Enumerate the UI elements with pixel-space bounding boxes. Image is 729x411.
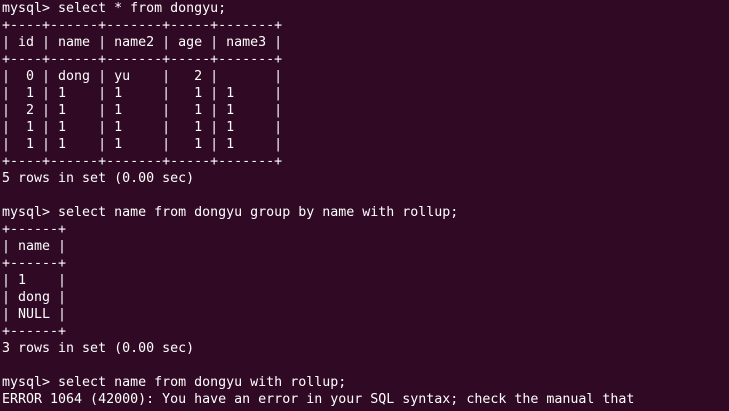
table-row: | dong | (2, 290, 67, 305)
terminal-window[interactable]: mysql> select * from dongyu; +----+------… (0, 0, 729, 411)
terminal-output: mysql> select * from dongyu; +----+------… (2, 0, 729, 408)
table-row: | 1 | (2, 273, 67, 288)
table-row: | 2 | 1 | 1 | 1 | 1 | (2, 103, 283, 118)
table-border: +------+ (2, 324, 67, 339)
table-row: | 0 | dong | yu | 2 | | (2, 69, 283, 84)
table-border: +----+------+-------+-----+-------+ (2, 154, 283, 169)
command-line: mysql> select name from dongyu group by … (2, 205, 459, 220)
table-border: +------+ (2, 256, 67, 271)
table-border: +------+ (2, 222, 67, 237)
table-border: +----+------+-------+-----+-------+ (2, 52, 283, 67)
table-row: | 1 | 1 | 1 | 1 | 1 | (2, 137, 283, 152)
command-line: mysql> select name from dongyu with roll… (2, 375, 347, 390)
result-status: 3 rows in set (0.00 sec) (2, 341, 195, 356)
table-header-row: | id | name | name2 | age | name3 | (2, 35, 283, 50)
table-border: +----+------+-------+-----+-------+ (2, 18, 283, 33)
error-message: ERROR 1064 (42000): You have an error in… (2, 392, 635, 407)
result-status: 5 rows in set (0.00 sec) (2, 171, 195, 186)
table-row: | 1 | 1 | 1 | 1 | 1 | (2, 120, 283, 135)
command-line: mysql> select * from dongyu; (2, 1, 227, 16)
table-row: | NULL | (2, 307, 67, 322)
table-row: | 1 | 1 | 1 | 1 | 1 | (2, 86, 283, 101)
table-header-row: | name | (2, 239, 67, 254)
